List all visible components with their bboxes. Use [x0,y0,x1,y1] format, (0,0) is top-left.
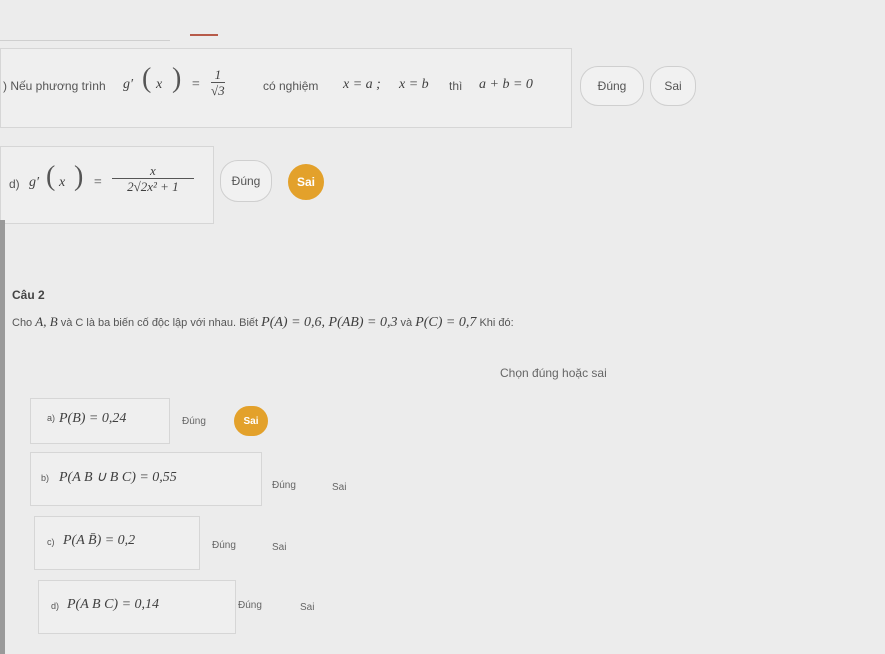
statement-d-prev-true-button[interactable]: Đúng [220,160,272,202]
statement-c-prev-fraction: 1 √3 [206,67,230,99]
stem-vars: A, B [35,314,58,329]
statement-c-prev-then: thì [449,79,463,93]
statement-a-true-button[interactable]: Đúng [182,416,206,427]
fraction-numerator: x [112,163,194,179]
statement-d-prev-var: x [59,175,66,190]
statement-b-true-button[interactable]: Đúng [272,480,296,491]
statement-d-prev-label: d) [9,177,20,191]
statement-c-label: c) [47,537,55,547]
statement-d-prev-false-button[interactable]: Sai [288,164,324,200]
fraction-numerator: 1 [210,67,226,83]
statement-d-true-button[interactable]: Đúng [238,600,262,611]
statement-b-label: b) [41,473,50,483]
statement-d-prev-fraction: x 2√2x² + 1 [109,163,197,195]
statement-c-prev-label: ) Nếu phương trình [3,79,106,93]
stem-prob-1: P(A) = 0,6, P(AB) = 0,3 [261,315,398,330]
statement-d-prev: d) g′ ( x ) = x 2√2x² + 1 [0,146,214,224]
radical-coefficient: 2 [127,179,134,194]
top-divider-accent [190,34,218,36]
statement-c-true-button[interactable]: Đúng [212,540,236,551]
stem-and: và [400,317,413,329]
statement-b-false-button[interactable]: Sai [332,482,346,493]
statement-c-prev-cond2: x = b [399,77,429,92]
statement-d-prev-fn: g′ [29,175,40,190]
radical-content: 2x² + 1 [140,178,179,194]
stem-text-b: và C là ba biến cố độc lập với nhau. Biế… [60,317,259,329]
statement-c-prev-mid: có nghiệm [263,79,319,93]
paren: ) [172,63,182,94]
statement-c-false-button[interactable]: Sai [272,542,286,553]
paren: ) [74,161,84,192]
statement-c-expr: P(A B̄) = 0,2 [63,533,136,548]
fraction-denominator: √3 [211,83,225,98]
statement-a-false-button[interactable]: Sai [234,406,268,436]
instruction-text: Chọn đúng hoặc sai [500,366,607,380]
question-stem: Cho A, B và C là ba biến cố độc lập với … [12,314,514,331]
statement-d: d) P(A B C) = 0,14 [38,580,236,634]
paren: ( [46,161,56,192]
statement-c-prev-cond3: a + b = 0 [479,77,533,92]
statement-d-false-button[interactable]: Sai [300,602,314,613]
statement-d-expr: P(A B C) = 0,14 [67,597,160,612]
stem-text-a: Cho [12,317,33,329]
statement-a-expr: P(B) = 0,24 [59,411,127,426]
stem-prob-2: P(C) = 0,7 [415,315,477,330]
statement-b: b) P(A B ∪ B C) = 0,55 [30,452,262,506]
statement-b-expr: P(A B ∪ B C) = 0,55 [59,470,177,485]
statement-a-label: a) [47,413,56,423]
statement-c-prev-false-button[interactable]: Sai [650,66,696,106]
paren: ( [142,63,152,94]
statement-c: c) P(A B̄) = 0,2 [34,516,200,570]
statement-d-label: d) [51,601,60,611]
statement-c-prev-true-button[interactable]: Đúng [580,66,644,106]
statement-a: a) P(B) = 0,24 [30,398,170,444]
equals-sign: = [191,77,201,92]
statement-c-prev: ) Nếu phương trình g′ ( x ) = 1 √3 có ng… [0,48,572,128]
top-divider [0,40,170,41]
left-edge-bar [0,220,5,654]
question-title: Câu 2 [12,288,45,302]
equals-sign: = [93,175,103,190]
statement-c-prev-fn: g′ [123,77,134,92]
statement-c-prev-cond1: x = a ; [343,77,381,92]
stem-end: Khi đó: [479,317,514,329]
statement-c-prev-var: x [156,77,163,92]
fraction-denominator: 2√2x² + 1 [127,178,179,194]
